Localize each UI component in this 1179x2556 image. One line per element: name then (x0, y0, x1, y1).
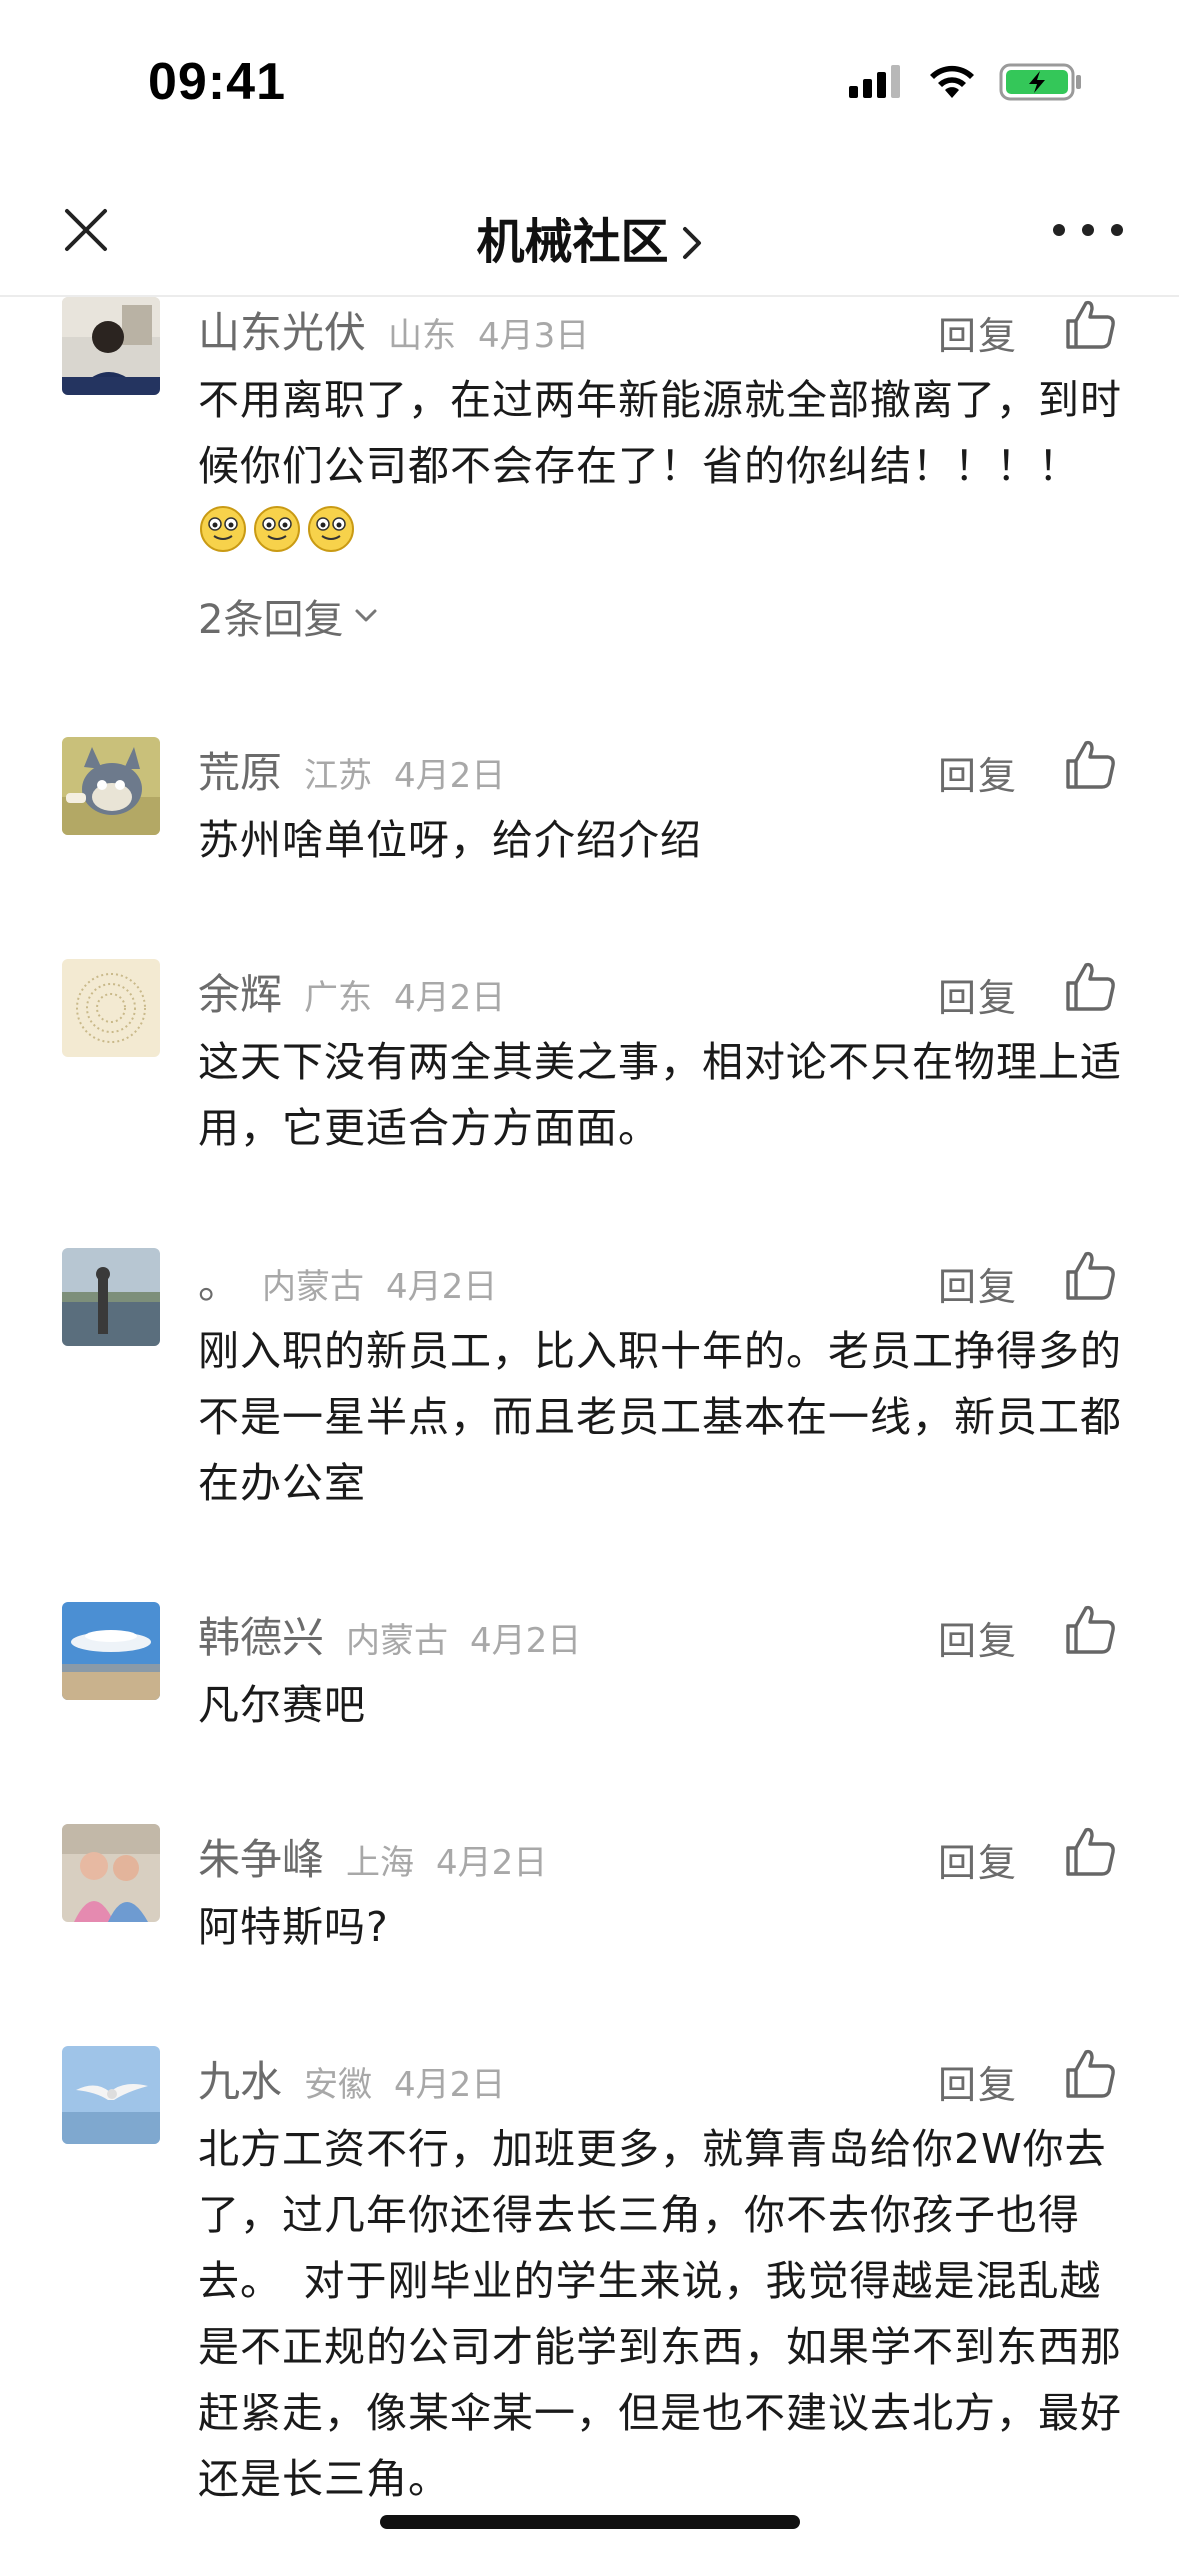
comment-date: 4月2日 (386, 1267, 498, 1307)
like-button[interactable] (1062, 1602, 1118, 1658)
comment-date: 4月2日 (436, 1843, 548, 1883)
like-button[interactable] (1062, 737, 1118, 793)
comment-meta: 。 内蒙古 4月2日 (198, 1250, 519, 1308)
reply-button[interactable]: 回复 (938, 1610, 1018, 1665)
more-dots-icon (1053, 224, 1065, 236)
comment-date: 4月2日 (394, 2065, 506, 2105)
comment-text: 这天下没有两全其美之事，相对论不只在物理上适用，它更适合方方面面。 (198, 1038, 1122, 1152)
comment-region: 广东 (304, 978, 373, 1018)
view-replies-button[interactable]: 2条回复 (198, 587, 379, 645)
reply-button[interactable]: 回复 (938, 2054, 1018, 2109)
comment-text: 阿特斯吗? (198, 1903, 389, 1951)
comment-text: 凡尔赛吧 (198, 1681, 366, 1729)
like-button[interactable] (1062, 297, 1118, 353)
chevron-right-icon (681, 218, 703, 273)
comment-author[interactable]: 山东光伏 (198, 299, 366, 360)
avatar[interactable] (62, 959, 160, 1057)
status-bar: 09:41 (0, 0, 1179, 170)
comment-meta: 山东光伏 山东 4月3日 (198, 299, 611, 357)
comment-region: 安徽 (304, 2065, 373, 2105)
like-button[interactable] (1062, 1824, 1118, 1880)
cellular-signal-icon (849, 65, 900, 98)
replies-count-label: 2条回复 (198, 597, 344, 643)
avatar[interactable] (62, 1602, 160, 1700)
like-button[interactable] (1062, 1248, 1118, 1304)
comment-date: 4月3日 (478, 316, 590, 356)
comment-date: 4月2日 (394, 756, 506, 796)
grin-emoji (254, 506, 300, 552)
avatar[interactable] (62, 297, 160, 395)
comment-text: 刚入职的新员工，比入职十年的。老员工挣得多的不是一星半点，而且老员工基本在一线，… (198, 1327, 1122, 1507)
reply-button[interactable]: 回复 (938, 1256, 1018, 1311)
comment-region: 内蒙古 (346, 1621, 449, 1661)
comment-meta: 九水 安徽 4月2日 (198, 2048, 527, 2106)
comment-author[interactable]: 韩德兴 (198, 1604, 324, 1665)
status-icons (849, 62, 1083, 102)
like-button[interactable] (1062, 959, 1118, 1015)
comment-text: 北方工资不行，加班更多，就算青岛给你2W你去了，过几年你还得去长三角，你不去你孩… (198, 2125, 1122, 2503)
grin-emoji (200, 506, 246, 552)
comment-region: 内蒙古 (262, 1267, 365, 1307)
like-button[interactable] (1062, 2046, 1118, 2102)
comment-region: 上海 (346, 1843, 415, 1883)
reply-button[interactable]: 回复 (938, 1832, 1018, 1887)
thumbs-up-icon (1066, 962, 1115, 1011)
reply-button[interactable]: 回复 (938, 305, 1018, 360)
comment-author[interactable]: 九水 (198, 2048, 282, 2109)
avatar[interactable] (62, 1248, 160, 1346)
comment-meta: 余辉 广东 4月2日 (198, 961, 527, 1019)
avatar[interactable] (62, 1824, 160, 1922)
comment-region: 江苏 (304, 756, 373, 796)
comment-meta: 荒原 江苏 4月2日 (198, 739, 527, 797)
home-indicator[interactable] (380, 2515, 800, 2529)
community-title-link[interactable]: 机械社区 (0, 202, 1179, 273)
page-title: 机械社区 (476, 216, 669, 269)
thumbs-up-icon (1066, 1827, 1115, 1876)
comment-author[interactable]: 朱争峰 (198, 1826, 324, 1887)
thumbs-up-icon (1066, 1605, 1115, 1654)
comment-text: 苏州啥单位呀，给介绍介绍 (198, 816, 702, 864)
nav-bar: 机械社区 (0, 170, 1179, 297)
thumbs-up-icon (1066, 1251, 1115, 1300)
thumbs-up-icon (1066, 300, 1115, 349)
chevron-down-icon (355, 609, 377, 622)
status-time: 09:41 (148, 53, 286, 111)
avatar[interactable] (62, 2046, 160, 2144)
emoji-group (198, 506, 360, 556)
comment-meta: 韩德兴 内蒙古 4月2日 (198, 1604, 603, 1662)
grin-emoji (308, 506, 354, 552)
comment-author[interactable]: 余辉 (198, 961, 282, 1022)
comment-meta: 朱争峰 上海 4月2日 (198, 1826, 569, 1884)
comment-text: 不用离职了，在过两年新能源就全部撤离了，到时候你们公司都不会存在了！省的你纠结！… (198, 367, 1128, 565)
more-button[interactable] (1053, 208, 1123, 252)
comment-date: 4月2日 (394, 978, 506, 1018)
reply-button[interactable]: 回复 (938, 745, 1018, 800)
comment-author[interactable]: 荒原 (198, 739, 282, 800)
thumbs-up-icon (1066, 740, 1115, 789)
thumbs-up-icon (1066, 2049, 1115, 2098)
wifi-icon (930, 65, 974, 98)
avatar[interactable] (62, 737, 160, 835)
comment-author[interactable]: 。 (198, 1250, 240, 1311)
reply-button[interactable]: 回复 (938, 967, 1018, 1022)
battery-charging-icon (999, 63, 1081, 101)
comment-region: 山东 (388, 316, 457, 356)
comment-date: 4月2日 (470, 1621, 582, 1661)
